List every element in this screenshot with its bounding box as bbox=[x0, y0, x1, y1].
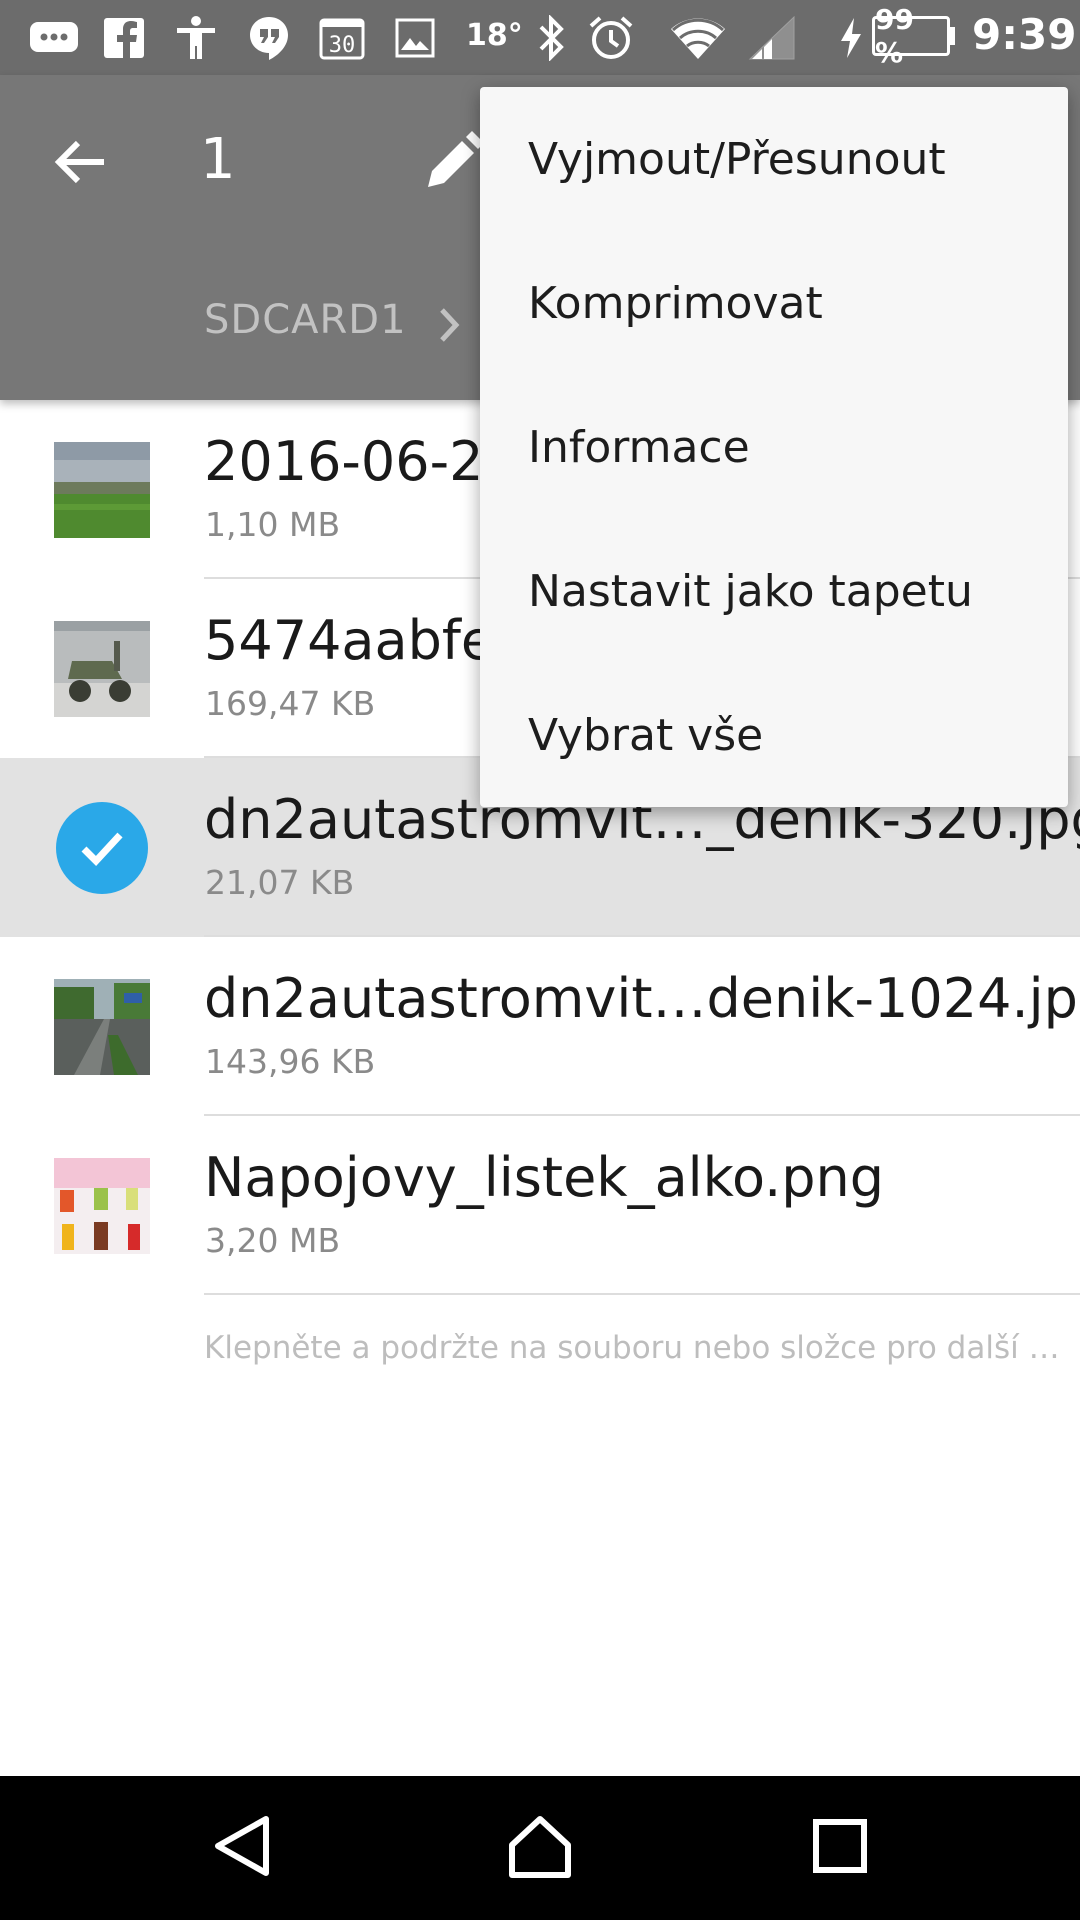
wifi-icon bbox=[668, 12, 728, 64]
battery-tip bbox=[950, 27, 955, 45]
divider bbox=[204, 1293, 1080, 1295]
hangouts-icon bbox=[246, 12, 292, 64]
selection-count: 1 bbox=[200, 127, 236, 192]
overflow-menu: Vyjmout/Přesunout Komprimovat Informace … bbox=[480, 87, 1068, 807]
temperature-text: 18° bbox=[466, 18, 523, 53]
file-size: 3,20 MB bbox=[205, 1221, 341, 1260]
charging-icon bbox=[836, 12, 866, 64]
file-size: 143,96 KB bbox=[205, 1042, 376, 1081]
file-name: Napojovy_listek_alko.png bbox=[204, 1146, 885, 1209]
messages-icon bbox=[26, 12, 82, 64]
menu-item-compress[interactable]: Komprimovat bbox=[480, 231, 1068, 375]
clock-time: 9:39 bbox=[972, 10, 1077, 59]
file-name: 5474aabfea bbox=[204, 609, 528, 672]
file-size: 1,10 MB bbox=[205, 505, 341, 544]
file-size: 169,47 KB bbox=[205, 684, 376, 723]
file-name: 2016-06-27 bbox=[204, 430, 518, 493]
facebook-icon bbox=[102, 12, 146, 64]
calendar-day: 30 bbox=[329, 33, 356, 58]
hint-text: Klepněte a podržte na souboru nebo složc… bbox=[204, 1330, 1080, 1366]
battery-level: 99 % bbox=[875, 3, 914, 69]
gallery-icon bbox=[392, 12, 438, 64]
file-size: 21,07 KB bbox=[205, 863, 355, 902]
triangle-back-icon bbox=[215, 1816, 269, 1876]
image-thumbnail bbox=[54, 979, 150, 1075]
menu-item-set-wallpaper[interactable]: Nastavit jako tapetu bbox=[480, 519, 1068, 663]
nav-back-button[interactable] bbox=[196, 1806, 286, 1886]
navigation-bar bbox=[0, 1776, 1080, 1920]
status-bar: 30 18° 99 % 9:39 bbox=[0, 0, 1080, 75]
accessibility-icon bbox=[172, 12, 220, 64]
image-thumbnail bbox=[54, 1158, 150, 1254]
signal-icon bbox=[744, 12, 798, 64]
menu-item-info[interactable]: Informace bbox=[480, 375, 1068, 519]
nav-recents-button[interactable] bbox=[795, 1806, 885, 1886]
file-row[interactable]: dn2autastromvit…denik-1024.jpg 143,96 KB bbox=[0, 937, 1080, 1116]
menu-item-select-all[interactable]: Vybrat vše bbox=[480, 663, 1068, 807]
nav-home-button[interactable] bbox=[495, 1806, 585, 1886]
arrow-back-icon bbox=[54, 140, 104, 184]
selected-check-icon[interactable] bbox=[56, 802, 148, 894]
alarm-icon bbox=[586, 12, 636, 64]
chevron-right-icon bbox=[430, 300, 470, 350]
menu-item-cut-move[interactable]: Vyjmout/Přesunout bbox=[480, 87, 1068, 231]
image-thumbnail bbox=[54, 621, 150, 717]
square-recents-icon bbox=[813, 1819, 867, 1873]
home-icon bbox=[509, 1816, 571, 1878]
file-row[interactable]: Napojovy_listek_alko.png 3,20 MB bbox=[0, 1116, 1080, 1295]
calendar-icon: 30 bbox=[318, 12, 366, 64]
breadcrumb-sdcard1[interactable]: SDCARD1 bbox=[204, 297, 407, 343]
battery-indicator: 99 % bbox=[872, 3, 950, 69]
file-name: dn2autastromvit…denik-1024.jpg bbox=[204, 967, 1080, 1030]
image-thumbnail bbox=[54, 442, 150, 538]
back-button[interactable] bbox=[46, 127, 116, 197]
bluetooth-icon bbox=[534, 12, 570, 64]
